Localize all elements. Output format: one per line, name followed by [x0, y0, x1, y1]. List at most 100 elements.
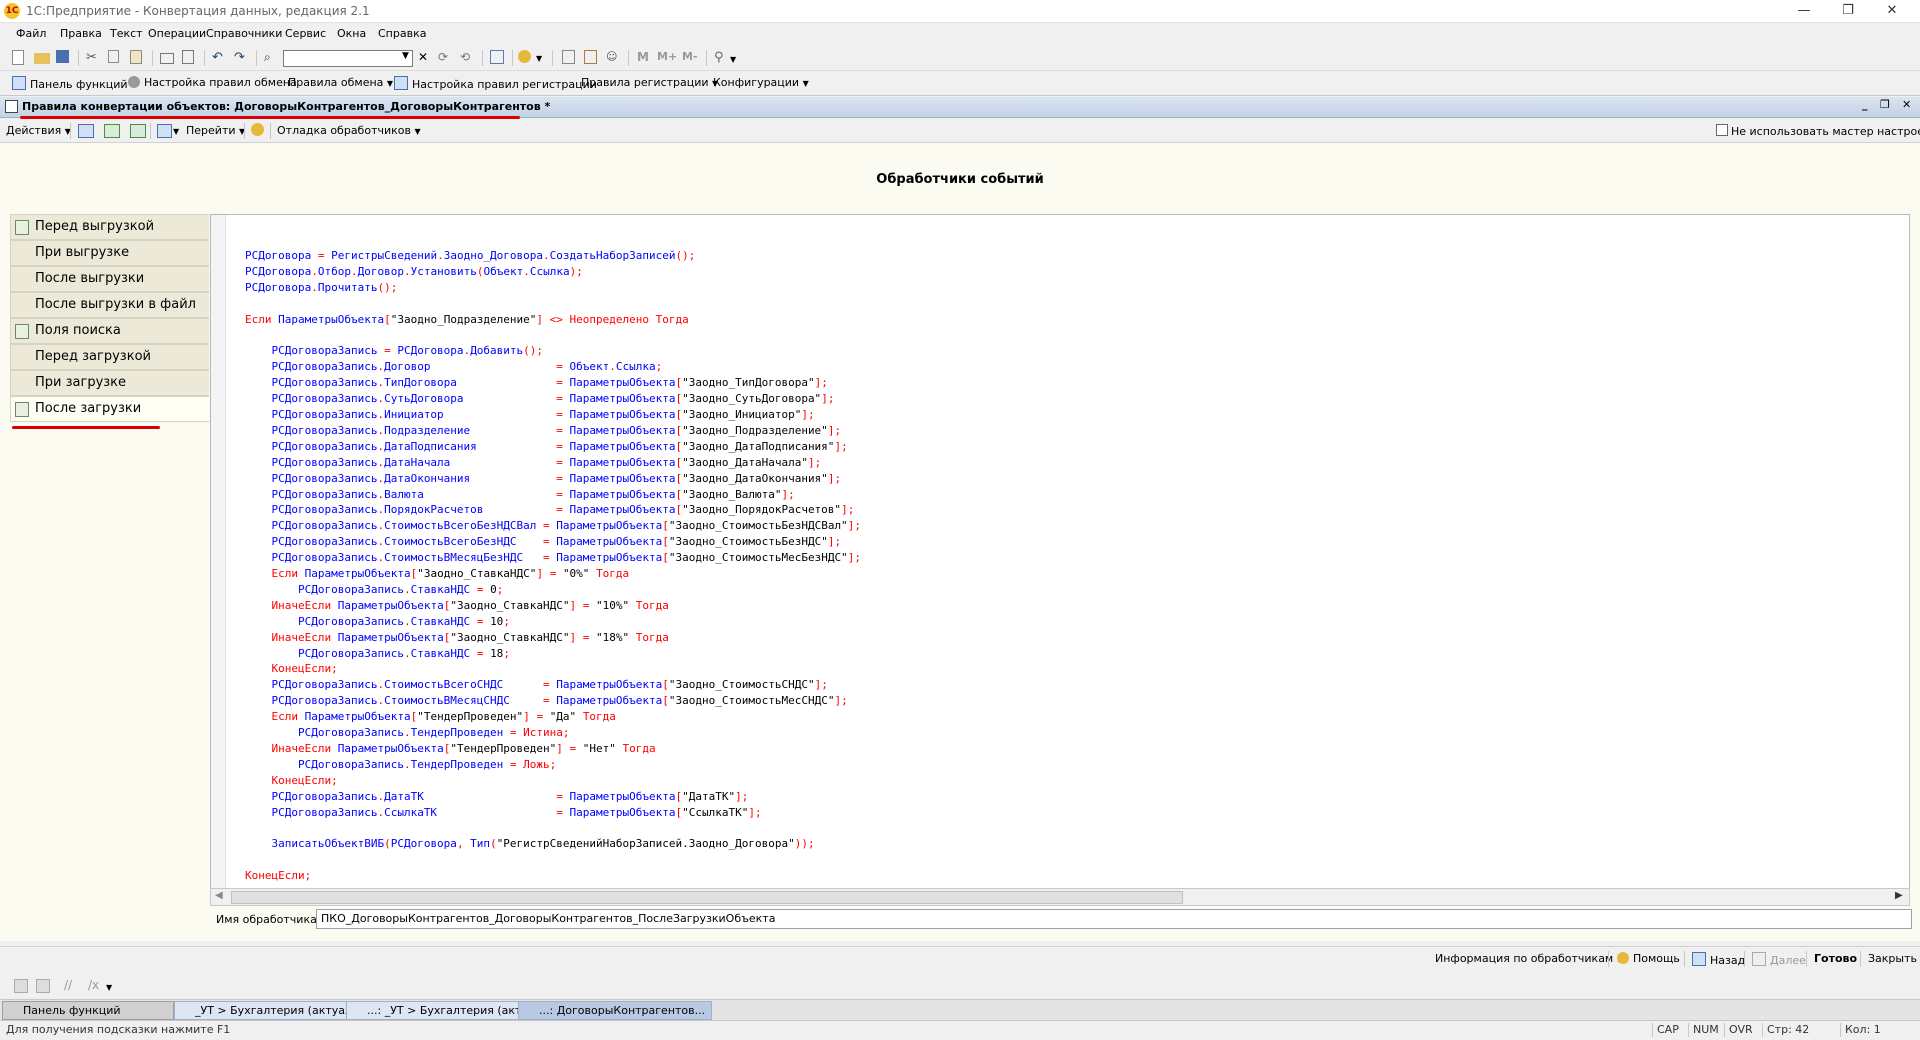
search-icon[interactable]: ⌕ [264, 50, 280, 66]
menu-edit[interactable]: Правка [60, 27, 102, 40]
functions-panel-button[interactable]: Панель функций [12, 76, 128, 91]
menu-file[interactable]: Файл [16, 27, 46, 40]
window-tools-bar: // /x ▼ [0, 975, 1920, 997]
exchange-rules-label: Правила обмена [288, 76, 384, 89]
memory-plus-icon[interactable]: M+ [657, 50, 677, 66]
redo-icon[interactable]: ↷ [234, 50, 250, 66]
configurations-button[interactable]: Конфигурации ▼ [713, 76, 809, 89]
inner-close-icon[interactable]: ✕ [1902, 98, 1911, 111]
next-button[interactable]: Далее [1752, 952, 1806, 967]
code-editor[interactable]: РСДоговора = РегистрыСведений.Заодно_Дог… [210, 214, 1910, 891]
nav-item-label: Поля поиска [35, 323, 121, 338]
minimize-icon[interactable]: — [1782, 0, 1826, 22]
uncomment-icon[interactable]: /x [88, 978, 99, 992]
menu-operations[interactable]: Операции [148, 27, 206, 40]
chevron-down-icon[interactable]: ▼ [173, 127, 179, 136]
users-icon[interactable]: ☺ [606, 50, 622, 66]
menu-service[interactable]: Сервис [285, 27, 326, 40]
debug-handlers-button[interactable]: Отладка обработчиков ▼ [277, 124, 421, 137]
menu-windows[interactable]: Окна [337, 27, 366, 40]
goto-menu-button[interactable]: Перейти ▼ [186, 124, 245, 137]
import-icon[interactable] [78, 124, 94, 138]
nav-item-after-export-to-file[interactable]: После выгрузки в файл [10, 292, 209, 318]
title-highlight-underline [20, 116, 520, 119]
new-document-icon[interactable] [12, 50, 24, 65]
horizontal-scrollbar[interactable]: ◀ ▶ [210, 888, 1910, 906]
menu-catalogs[interactable]: Справочники [206, 27, 282, 40]
back-button[interactable]: Назад [1692, 952, 1745, 967]
registration-rules-settings-button[interactable]: Настройка правил регистрации [394, 76, 597, 91]
memory-m-icon[interactable]: M [637, 50, 653, 66]
menu-help[interactable]: Справка [378, 27, 426, 40]
refresh-icon[interactable] [104, 124, 120, 138]
checkbox-box[interactable] [1716, 124, 1728, 136]
undo-icon[interactable]: ↶ [212, 50, 228, 66]
chevron-down-icon[interactable]: ▼ [536, 54, 542, 63]
no-wizard-label: Не использовать мастер настроек [1731, 125, 1920, 138]
next-icon [1752, 952, 1766, 966]
chevron-down-icon[interactable]: ▼ [106, 983, 112, 992]
nav-item-after-export[interactable]: После выгрузки [10, 266, 209, 292]
nav-item-before-export[interactable]: Перед выгрузкой [10, 214, 209, 240]
memory-minus-icon[interactable]: M- [682, 50, 702, 66]
scroll-right-icon[interactable]: ▶ [1895, 890, 1903, 901]
close-icon[interactable]: ✕ [1870, 0, 1914, 22]
task-contracts[interactable]: ...: ДоговорыКонтрагентов... [518, 1001, 712, 1020]
help-button[interactable]: Помощь [1617, 952, 1680, 965]
registration-rules-button[interactable]: Правила регистрации ▼ [581, 76, 718, 89]
info-icon[interactable] [518, 50, 531, 63]
handler-name-field[interactable]: ПКО_ДоговорыКонтрагентов_ДоговорыКонтраг… [316, 909, 1912, 929]
chevron-down-icon: ▼ [414, 127, 421, 136]
tools-icon[interactable]: ⚲ [714, 50, 730, 66]
table-edit-icon[interactable] [130, 124, 146, 138]
find-prev-icon[interactable]: ⟲ [460, 50, 476, 66]
clear-search-icon[interactable]: ✕ [418, 50, 428, 64]
task-ut-accounting-2[interactable]: ...: _УТ > Бухгалтерия (акту... [346, 1001, 526, 1020]
print-preview-icon[interactable] [182, 50, 194, 64]
form-actions-bar: Действия ▼ ▼ Перейти ▼ Отладка обработчи… [0, 120, 1920, 143]
search-input[interactable] [283, 50, 413, 67]
chevron-down-icon[interactable]: ▼ [402, 51, 409, 61]
cut-icon[interactable]: ✂ [86, 50, 102, 66]
calculator-icon[interactable] [562, 50, 575, 64]
back-icon [1692, 952, 1706, 966]
nav-item-before-import[interactable]: Перед загрузкой [10, 344, 209, 370]
nav-item-after-import[interactable]: После загрузки [10, 396, 209, 422]
chevron-down-icon[interactable]: ▼ [730, 55, 736, 64]
help-icon[interactable] [251, 123, 264, 136]
navigate-icon[interactable] [157, 124, 172, 138]
inner-restore-icon[interactable]: ❐ [1880, 98, 1890, 111]
copy-icon[interactable] [108, 50, 119, 63]
close-button[interactable]: Закрыть [1868, 952, 1917, 965]
no-wizard-checkbox[interactable]: Не использовать мастер настроек [1716, 124, 1920, 138]
task-functions-panel[interactable]: Панель функций [2, 1001, 174, 1020]
find-next-icon[interactable]: ⟳ [438, 50, 454, 66]
done-button[interactable]: Готово [1814, 952, 1857, 965]
scroll-left-icon[interactable]: ◀ [215, 890, 223, 901]
task-ut-accounting-1[interactable]: _УТ > Бухгалтерия (актуал... [174, 1001, 354, 1020]
restore-icon[interactable]: ❐ [1826, 0, 1870, 22]
tile-icon[interactable] [36, 979, 50, 993]
open-folder-icon[interactable] [34, 53, 50, 64]
next-label: Далее [1770, 954, 1806, 967]
save-icon[interactable] [56, 50, 69, 63]
comment-icon[interactable]: // [64, 978, 72, 992]
scrollbar-thumb[interactable] [231, 891, 1183, 904]
menu-text[interactable]: Текст [110, 27, 143, 40]
nav-item-on-import[interactable]: При загрузке [10, 370, 209, 396]
cascade-icon[interactable] [14, 979, 28, 993]
nav-item-on-export[interactable]: При выгрузке [10, 240, 209, 266]
actions-menu-button[interactable]: Действия ▼ [6, 124, 71, 137]
nav-item-search-fields[interactable]: Поля поиска [10, 318, 209, 344]
registration-rules-label: Правила регистрации [581, 76, 709, 89]
window-title: 1С:Предприятие - Конвертация данных, ред… [26, 4, 370, 18]
exchange-rules-button[interactable]: Правила обмена ▼ [288, 76, 393, 89]
inner-minimize-icon[interactable]: _ [1862, 98, 1868, 111]
exchange-rules-settings-button[interactable]: Настройка правил обмена [128, 76, 297, 89]
code-text[interactable]: РСДоговора = РегистрыСведений.Заодно_Дог… [245, 232, 861, 884]
calendar-icon[interactable] [584, 50, 597, 64]
handlers-info-button[interactable]: Информация по обработчикам ... [1435, 952, 1627, 965]
paste-icon[interactable] [130, 50, 142, 64]
windows-list-icon[interactable] [490, 50, 504, 64]
print-icon[interactable] [160, 53, 174, 64]
